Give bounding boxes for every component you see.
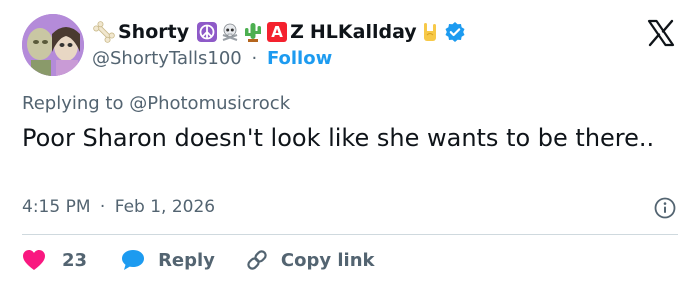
peace-symbol-icon (197, 22, 218, 42)
reply-label: Reply (158, 249, 215, 271)
reply-button[interactable]: Reply (121, 249, 215, 271)
tweet-actions: 23 Reply Copy link (22, 246, 375, 274)
like-count: 23 (62, 249, 88, 271)
reply-context-prefix: Replying to (22, 93, 124, 114)
copy-link-button[interactable]: Copy link (245, 248, 375, 272)
x-logo-icon[interactable] (646, 18, 676, 48)
follow-button[interactable]: Follow (267, 48, 332, 69)
tweet-timestamp[interactable]: 4:15 PM · Feb 1, 2026 (22, 197, 215, 217)
verified-badge-icon (445, 22, 465, 42)
tweet-time: 4:15 PM (22, 197, 91, 217)
author-handle[interactable]: @ShortyTalls100 (92, 48, 242, 69)
badge-letter-a: A (267, 22, 288, 42)
name-suffix: HLKallday (309, 21, 417, 43)
avatar-image (22, 14, 84, 76)
tweet-date: Feb 1, 2026 (114, 197, 216, 217)
handle-separator: · (251, 48, 258, 69)
heart-icon (23, 250, 45, 270)
bone-emoji-icon (93, 21, 115, 43)
reply-context-mention[interactable]: @Photomusicrock (129, 93, 290, 114)
avatar[interactable] (22, 14, 84, 76)
cactus-icon (245, 23, 262, 42)
link-icon (247, 250, 267, 270)
author-name-row[interactable]: Shorty A Z HLKallday (92, 18, 466, 46)
author-display-name[interactable]: Shorty (118, 21, 189, 43)
copy-link-label: Copy link (280, 249, 375, 271)
skull-crossbones-icon (222, 23, 238, 41)
tweet-text: Poor Sharon doesn't look like she wants … (22, 124, 655, 152)
tweet-time-separator: · (99, 197, 106, 217)
speech-bubble-icon (122, 250, 145, 270)
rock-hand-icon (423, 23, 436, 41)
name-suffix-letter: Z (290, 21, 304, 43)
author-handle-row: @ShortyTalls100 · Follow (92, 48, 332, 69)
like-button[interactable]: 23 (22, 249, 87, 271)
info-icon[interactable] (654, 197, 676, 219)
reply-context: Replying to @Photomusicrock (22, 93, 290, 114)
divider (22, 234, 678, 235)
